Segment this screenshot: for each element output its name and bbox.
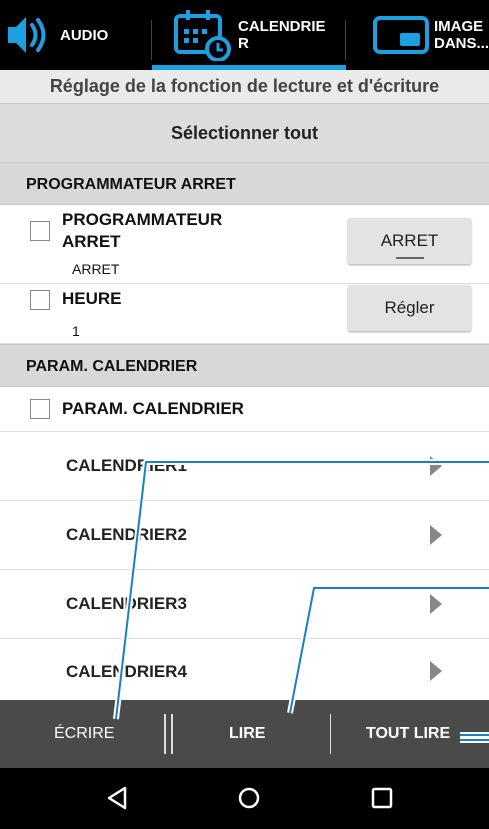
set-button-label: Régler: [384, 298, 435, 317]
section-header-calendar: PARAM. CALENDRIER: [0, 344, 489, 387]
button-indicator: [396, 257, 424, 259]
timer-row: PROGRAMMATEUR ARRET ARRET ARRET: [0, 205, 489, 284]
list-item-calendar4[interactable]: CALENDRIER4: [0, 639, 489, 700]
divider: [171, 714, 173, 754]
timer-button[interactable]: ARRET: [348, 218, 471, 264]
set-button[interactable]: Régler: [348, 285, 471, 331]
tab-picture-in-picture[interactable]: IMAGE DANS...: [346, 0, 489, 70]
bottom-action-bar: ÉCRIRE LIRE TOUT LIRE: [0, 700, 489, 768]
hour-checkbox[interactable]: [30, 290, 50, 310]
calendar1-label: CALENDRIER1: [66, 456, 187, 475]
read-all-button[interactable]: TOUT LIRE: [366, 700, 450, 768]
timer-value: ARRET: [72, 261, 120, 277]
write-button[interactable]: ÉCRIRE: [54, 700, 114, 768]
speaker-icon: [8, 17, 46, 53]
chevron-right-icon: [430, 525, 442, 545]
list-item-calendar2[interactable]: CALENDRIER2: [0, 501, 489, 570]
chevron-right-icon: [430, 594, 442, 614]
tab-calendar[interactable]: CALENDRIE R: [152, 0, 346, 70]
tab-calendar-label-line2: R: [238, 35, 249, 52]
section-header-timer: PROGRAMMATEUR ARRET: [0, 162, 489, 205]
timer-title-line1: PROGRAMMATEUR: [62, 210, 223, 229]
calendar-param-checkbox[interactable]: [30, 399, 50, 419]
calendar-param-title: PARAM. CALENDRIER: [62, 399, 244, 418]
calendar3-label: CALENDRIER3: [66, 594, 187, 613]
calendar-clock-icon: [174, 10, 231, 61]
picture-in-picture-icon: [372, 16, 429, 54]
divider: [164, 714, 166, 754]
hour-row: HEURE 1 Régler: [0, 284, 489, 344]
tab-audio[interactable]: AUDIO: [0, 0, 152, 70]
recents-icon[interactable]: [352, 768, 412, 829]
divider: [330, 714, 331, 754]
read-button[interactable]: LIRE: [229, 700, 265, 768]
chevron-right-icon: [430, 661, 442, 681]
back-icon[interactable]: [88, 768, 148, 829]
calendar2-label: CALENDRIER2: [66, 525, 187, 544]
timer-button-label: ARRET: [380, 231, 439, 250]
select-all-button[interactable]: Sélectionner tout: [0, 103, 489, 162]
hour-value: 1: [72, 323, 80, 339]
tab-bar: AUDIO CALENDRIE R IMAGE DANS...: [0, 0, 489, 70]
calendar-param-row: PARAM. CALENDRIER: [0, 387, 489, 432]
home-icon[interactable]: [219, 768, 279, 829]
calendar4-label: CALENDRIER4: [66, 662, 187, 681]
chevron-right-icon: [430, 456, 442, 476]
tab-calendar-label-line1: CALENDRIE: [238, 18, 326, 35]
timer-title-line2: ARRET: [62, 232, 121, 251]
tab-picture-label-line1: IMAGE: [433, 18, 484, 35]
list-item-calendar3[interactable]: CALENDRIER3: [0, 570, 489, 639]
system-nav-bar: [0, 768, 489, 829]
page-subtitle: Réglage de la fonction de lecture et d'é…: [0, 70, 489, 103]
tab-audio-label: AUDIO: [60, 26, 109, 44]
timer-checkbox[interactable]: [30, 221, 50, 241]
list-item-calendar1[interactable]: CALENDRIER1: [0, 432, 489, 501]
hour-title: HEURE: [62, 289, 122, 308]
tab-picture-label-line2: DANS...: [433, 35, 489, 52]
